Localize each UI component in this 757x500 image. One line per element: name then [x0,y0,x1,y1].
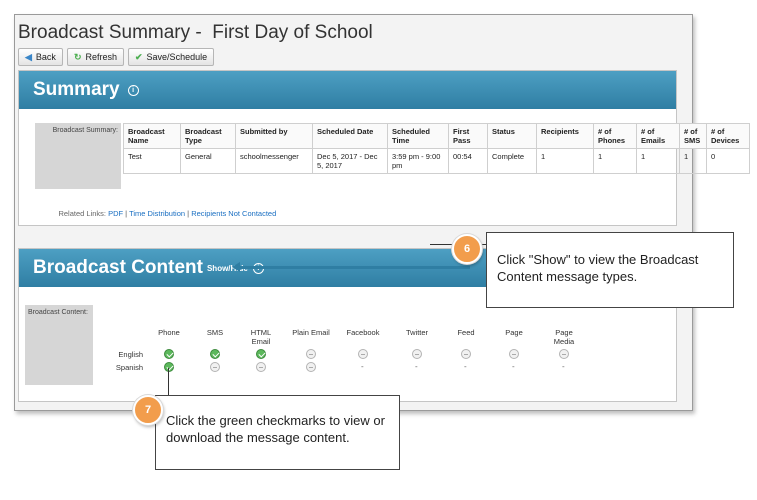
green-checkmark-icon[interactable] [210,349,220,359]
column-header: # of Emails [636,123,680,149]
table-cell: 3:59 pm - 9:00 pm [387,148,449,174]
refresh-label: Refresh [85,52,117,62]
back-arrow-icon: ◀ [25,51,32,62]
content-column-header: SMS [206,328,224,337]
column-header: Submitted by [235,123,313,149]
info-icon[interactable]: i [127,84,139,96]
callout-6-text: Click "Show" to view the Broadcast Conte… [497,252,699,284]
page-title: Broadcast Summary - First Day of School [18,22,373,43]
unavailable-circle-icon [559,349,569,359]
unavailable-dash: - [464,362,467,371]
content-column-header: Page [505,328,523,337]
column-header: Broadcast Name [123,123,181,149]
unavailable-circle-icon [306,362,316,372]
broadcast-summary-label: Broadcast Summary: [35,123,121,189]
green-checkmark-icon[interactable] [164,349,174,359]
language-label: English [118,350,143,359]
column-header: Status [487,123,537,149]
step-7-badge: 7 [133,395,163,425]
callout-leader [168,368,169,395]
unavailable-dash: - [562,362,565,371]
table-cell: 1 [593,148,637,174]
step-6-badge: 6 [452,234,482,264]
summary-panel: Summary i Broadcast Summary: Broadcast N… [18,70,750,226]
callout-6: Click "Show" to view the Broadcast Conte… [486,232,734,308]
unavailable-dash: - [361,362,364,371]
recipients-not-contacted-link[interactable]: Recipients Not Contacted [191,209,276,218]
table-cell: 1 [679,148,707,174]
unavailable-circle-icon [412,349,422,359]
unavailable-dash: - [415,362,418,371]
content-column-header: Page Media [553,328,575,346]
column-header: # of SMS [679,123,707,149]
unavailable-circle-icon [509,349,519,359]
refresh-icon: ↻ [73,51,82,62]
callout-arrow [238,266,470,269]
column-header: Scheduled Date [312,123,388,149]
content-title: Broadcast Content [33,257,203,278]
content-column-header: Plain Email [292,328,330,337]
column-header: Broadcast Type [180,123,236,149]
refresh-button[interactable]: ↻ Refresh [66,48,124,66]
summary-header: Summary i [19,71,676,109]
table-cell: Dec 5, 2017 - Dec 5, 2017 [312,148,388,174]
related-links-label: Related Links: [58,209,106,218]
column-header: Scheduled Time [387,123,449,149]
table-row: Test General schoolmessenger Dec 5, 2017 - … [123,148,750,174]
column-header: # of Phones [593,123,637,149]
callout-7: Click the green checkmarks to view or do… [155,395,400,470]
time-distribution-link[interactable]: Time Distribution [129,209,185,218]
column-header: First Pass [448,123,488,149]
unavailable-dash: - [512,362,515,371]
table-cell: 1 [536,148,594,174]
broadcast-content-label: Broadcast Content: [25,305,93,385]
unavailable-circle-icon [256,362,266,372]
save-schedule-label: Save/Schedule [146,52,208,62]
table-cell: 0 [706,148,750,174]
green-checkmark-icon[interactable] [256,349,266,359]
unavailable-circle-icon [461,349,471,359]
unavailable-circle-icon [306,349,316,359]
check-circle-icon: ✔ [135,51,143,62]
language-label: Spanish [115,363,143,372]
content-column-header: Facebook [346,328,380,337]
column-header: # of Devices [706,123,750,149]
summary-table: Broadcast Name Broadcast Type Submitted by… [123,123,750,174]
callout-arrow-head [232,262,240,272]
table-cell: Test [123,148,181,174]
unavailable-circle-icon [358,349,368,359]
table-cell: schoolmessenger [235,148,313,174]
column-header: Recipients [536,123,594,149]
table-cell: General [180,148,236,174]
unavailable-circle-icon [210,362,220,372]
content-column-header: HTML Email [250,328,272,346]
save-schedule-button[interactable]: ✔ Save/Schedule [128,48,215,66]
back-button[interactable]: ◀ Back [18,48,63,66]
table-cell: 00:54 [448,148,488,174]
content-column-header: Phone [158,328,180,337]
content-column-header: Feed [457,328,475,337]
back-label: Back [35,52,56,62]
callout-7-text: Click the green checkmarks to view or do… [166,413,385,445]
table-cell: Complete [487,148,537,174]
green-checkmark-icon[interactable] [164,362,174,372]
pdf-link[interactable]: PDF [108,209,123,218]
toolbar: ◀ Back ↻ Refresh ✔ Save/Schedule [18,48,215,66]
summary-title: Summary [33,79,120,100]
content-column-header: Twitter [405,328,429,337]
related-links: Related Links: PDF | Time Distribution |… [41,209,276,218]
table-cell: 1 [636,148,680,174]
